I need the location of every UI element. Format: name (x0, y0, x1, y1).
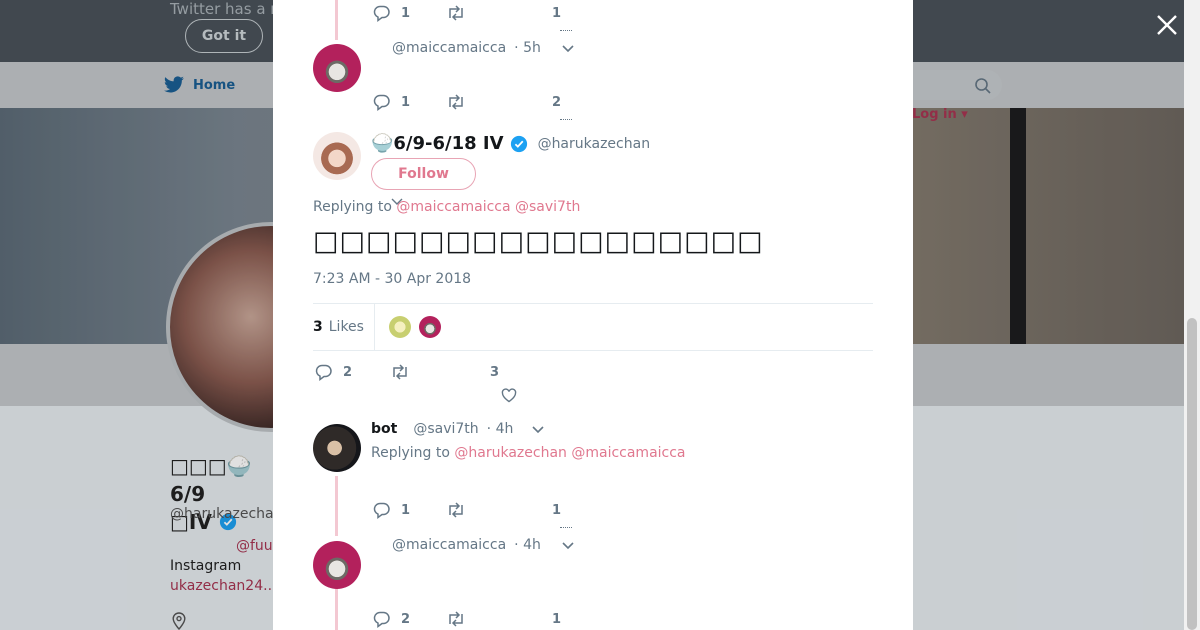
replying-to-label: Replying to (371, 445, 450, 461)
like-button[interactable]: 1 (552, 503, 561, 518)
like-button[interactable]: 1 (552, 6, 561, 21)
replying-to: Replying to @maiccamaicca @savi7th (313, 199, 580, 215)
display-name[interactable]: 🍚6/9-6/18 IV (371, 133, 504, 154)
tweet-header: @maiccamaicca · 5h (392, 40, 575, 56)
reply-count: 1 (401, 5, 411, 21)
replying-to: Replying to @harukazechan @maiccamaicca (371, 445, 686, 461)
like-count: 2 (552, 94, 562, 110)
follow-button[interactable]: Follow (371, 158, 476, 190)
tweet-header: @maiccamaicca · 4h (392, 537, 575, 553)
avatar[interactable] (313, 44, 361, 92)
like-button[interactable]: 3 (490, 365, 499, 380)
reply-icon (373, 94, 390, 111)
chevron-down-icon[interactable] (561, 540, 575, 550)
like-button[interactable]: 1 (552, 612, 561, 627)
tweet-actions: 2 3 (315, 363, 499, 381)
reply-icon (315, 364, 332, 381)
retweet-icon[interactable] (446, 610, 466, 628)
retweet-icon[interactable] (390, 363, 410, 381)
reply-count: 1 (401, 94, 411, 110)
tweet-stats: 3 Likes (313, 303, 873, 351)
chevron-down-icon[interactable] (531, 424, 545, 434)
like-count: 1 (552, 611, 562, 627)
tweet-header: bot @savi7th · 4h (371, 421, 545, 437)
thread-line (335, 588, 338, 630)
close-icon[interactable] (1154, 12, 1180, 38)
reply-icon (373, 502, 390, 519)
truncated-heart-icon (560, 527, 572, 530)
like-count: 3 (490, 364, 500, 380)
retweet-icon[interactable] (446, 93, 466, 111)
replying-to-label: Replying to (313, 199, 392, 215)
retweet-icon[interactable] (446, 4, 466, 22)
liker-avatar[interactable] (388, 316, 411, 338)
tweet-actions: 2 1 (373, 610, 561, 628)
replying-mentions[interactable]: @maiccamaicca @savi7th (396, 199, 580, 215)
replying-mentions[interactable]: @harukazechan @maiccamaicca (454, 445, 685, 461)
verified-icon (510, 135, 527, 152)
tweet-time[interactable]: · 5h (514, 40, 541, 56)
truncated-heart-icon (560, 119, 572, 122)
avatar[interactable] (313, 541, 361, 589)
user-handle[interactable]: @maiccamaicca (392, 40, 506, 56)
scrollbar-thumb[interactable] (1187, 318, 1197, 630)
tweet-actions: 1 1 (373, 501, 561, 519)
tweet-timestamp[interactable]: 7:23 AM - 30 Apr 2018 (313, 271, 471, 287)
tweet-time[interactable]: · 4h (487, 421, 514, 437)
user-handle[interactable]: @maiccamaicca (392, 537, 506, 553)
user-handle[interactable]: @harukazechan (538, 136, 651, 152)
likes-number: 3 (313, 319, 323, 335)
tweet-time[interactable]: · 4h (514, 537, 541, 553)
heart-icon[interactable] (501, 388, 517, 403)
reply-count: 1 (401, 502, 411, 518)
tweet-actions: 1 2 (373, 93, 561, 111)
retweet-icon[interactable] (446, 501, 466, 519)
reply-icon (373, 611, 390, 628)
reply-count: 2 (401, 611, 411, 627)
like-count: 1 (552, 5, 562, 21)
like-count: 1 (552, 502, 562, 518)
tweet-author: 🍚6/9-6/18 IV @harukazechan (371, 133, 650, 154)
tweet-text: □□□□□□□□□□□□□□□□□ (313, 226, 764, 257)
liker-avatar[interactable] (418, 316, 441, 338)
user-handle[interactable]: @savi7th (413, 421, 478, 437)
thread-line (335, 476, 338, 536)
likes-count[interactable]: 3 Likes (313, 303, 375, 351)
reply-button[interactable]: 2 (373, 610, 410, 628)
reply-count: 2 (343, 364, 353, 380)
likes-label: Likes (328, 319, 364, 335)
reply-icon (373, 5, 390, 22)
truncated-heart-icon (560, 30, 572, 33)
reply-button[interactable]: 1 (373, 501, 410, 519)
reply-button[interactable]: 2 (315, 363, 352, 381)
reply-button[interactable]: 1 (373, 4, 410, 22)
like-button[interactable]: 2 (552, 95, 561, 110)
display-name[interactable]: bot (371, 421, 397, 437)
avatar[interactable] (313, 424, 361, 472)
reply-button[interactable]: 1 (373, 93, 410, 111)
chevron-down-icon[interactable] (561, 43, 575, 53)
thread-line (335, 0, 338, 40)
tweet-modal: 1 1 @maiccamaicca · 5h 1 2 🍚6/9-6/18 IV … (273, 0, 913, 630)
avatar[interactable] (313, 132, 361, 180)
tweet-actions: 1 1 (373, 4, 561, 22)
